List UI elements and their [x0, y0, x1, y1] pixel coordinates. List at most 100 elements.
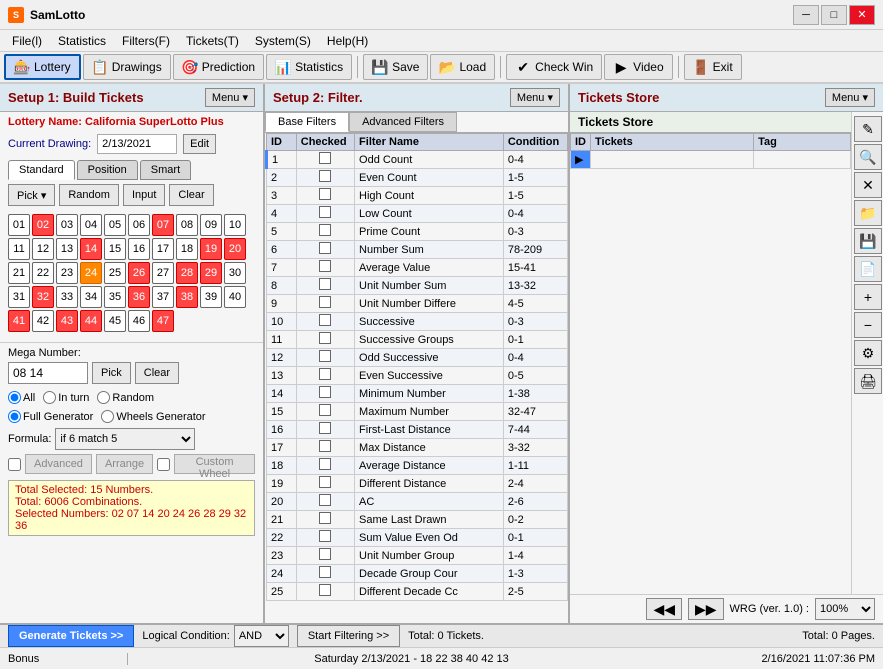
- filter-table-row[interactable]: 10 Successive 0-3: [267, 313, 568, 331]
- ball-32[interactable]: 32: [32, 286, 54, 308]
- filter-table-row[interactable]: 20 AC 2-6: [267, 493, 568, 511]
- filter-checkbox[interactable]: [319, 296, 331, 308]
- filter-checkbox[interactable]: [319, 440, 331, 452]
- filter-table-row[interactable]: 7 Average Value 15-41: [267, 259, 568, 277]
- filter-table-row[interactable]: 8 Unit Number Sum 13-32: [267, 277, 568, 295]
- filter-checkbox-cell[interactable]: [296, 529, 354, 547]
- custom-wheel-button[interactable]: Custom Wheel: [174, 454, 255, 474]
- filter-table-row[interactable]: 18 Average Distance 1-11: [267, 457, 568, 475]
- ball-33[interactable]: 33: [56, 286, 78, 308]
- filter-checkbox-cell[interactable]: [296, 403, 354, 421]
- ball-08[interactable]: 08: [176, 214, 198, 236]
- mega-pick-button[interactable]: Pick: [92, 362, 131, 384]
- input-button[interactable]: Input: [123, 184, 165, 206]
- filter-checkbox[interactable]: [319, 494, 331, 506]
- side-btn-add[interactable]: +: [854, 284, 882, 310]
- ball-28[interactable]: 28: [176, 262, 198, 284]
- toolbar-checkwin[interactable]: ✔ Check Win: [506, 54, 602, 80]
- clear-button[interactable]: Clear: [169, 184, 213, 206]
- filter-table-row[interactable]: 19 Different Distance 2-4: [267, 475, 568, 493]
- filter-checkbox-cell[interactable]: [296, 151, 354, 169]
- menu-tickets[interactable]: Tickets(T): [178, 32, 247, 50]
- toolbar-statistics[interactable]: 📊 Statistics: [266, 54, 352, 80]
- ball-19[interactable]: 19: [200, 238, 222, 260]
- toolbar-lottery[interactable]: 🎰 Lottery: [4, 54, 81, 80]
- ball-24[interactable]: 24: [80, 262, 102, 284]
- filter-table-wrapper[interactable]: ID Checked Filter Name Condition 1 Odd C…: [265, 133, 568, 623]
- filter-checkbox-cell[interactable]: [296, 169, 354, 187]
- filter-checkbox-cell[interactable]: [296, 187, 354, 205]
- side-btn-doc[interactable]: 📄: [854, 256, 882, 282]
- filter-table-row[interactable]: 3 High Count 1-5: [267, 187, 568, 205]
- filter-checkbox[interactable]: [319, 224, 331, 236]
- ball-05[interactable]: 05: [104, 214, 126, 236]
- ball-09[interactable]: 09: [200, 214, 222, 236]
- toolbar-exit[interactable]: 🚪 Exit: [684, 54, 742, 80]
- filter-checkbox-cell[interactable]: [296, 349, 354, 367]
- ball-42[interactable]: 42: [32, 310, 54, 332]
- filter-table-row[interactable]: 23 Unit Number Group 1-4: [267, 547, 568, 565]
- filter-checkbox[interactable]: [319, 332, 331, 344]
- mega-clear-button[interactable]: Clear: [135, 362, 179, 384]
- close-button[interactable]: ✕: [849, 5, 875, 25]
- current-drawing-input[interactable]: [97, 134, 177, 154]
- filter-checkbox-cell[interactable]: [296, 583, 354, 601]
- ball-43[interactable]: 43: [56, 310, 78, 332]
- filter-checkbox-cell[interactable]: [296, 547, 354, 565]
- filter-checkbox-cell[interactable]: [296, 277, 354, 295]
- filter-checkbox-cell[interactable]: [296, 259, 354, 277]
- filter-table-row[interactable]: 22 Sum Value Even Od 0-1: [267, 529, 568, 547]
- ball-20[interactable]: 20: [224, 238, 246, 260]
- filter-checkbox-cell[interactable]: [296, 367, 354, 385]
- filter-checkbox-cell[interactable]: [296, 205, 354, 223]
- ball-18[interactable]: 18: [176, 238, 198, 260]
- menu-filters[interactable]: Filters(F): [114, 32, 178, 50]
- side-btn-save[interactable]: 💾: [854, 228, 882, 254]
- filter-checkbox[interactable]: [319, 350, 331, 362]
- filter-table-row[interactable]: 9 Unit Number Differe 4-5: [267, 295, 568, 313]
- filter-checkbox[interactable]: [319, 170, 331, 182]
- filter-checkbox[interactable]: [319, 548, 331, 560]
- side-btn-delete[interactable]: ✕: [854, 172, 882, 198]
- advanced-checkbox[interactable]: [8, 458, 21, 471]
- tab-standard[interactable]: Standard: [8, 160, 75, 180]
- random-button[interactable]: Random: [59, 184, 119, 206]
- maximize-button[interactable]: □: [821, 5, 847, 25]
- filter-checkbox-cell[interactable]: [296, 493, 354, 511]
- ball-03[interactable]: 03: [56, 214, 78, 236]
- radio-full-generator[interactable]: Full Generator: [8, 410, 93, 423]
- ball-04[interactable]: 04: [80, 214, 102, 236]
- toolbar-load[interactable]: 📂 Load: [430, 54, 495, 80]
- filter-checkbox[interactable]: [319, 152, 331, 164]
- minimize-button[interactable]: ─: [793, 5, 819, 25]
- ball-21[interactable]: 21: [8, 262, 30, 284]
- filter-checkbox-cell[interactable]: [296, 295, 354, 313]
- tab-smart[interactable]: Smart: [140, 160, 191, 180]
- filter-table-row[interactable]: 14 Minimum Number 1-38: [267, 385, 568, 403]
- ball-17[interactable]: 17: [152, 238, 174, 260]
- custom-wheel-checkbox[interactable]: [157, 458, 170, 471]
- filter-checkbox-cell[interactable]: [296, 331, 354, 349]
- filter-table-row[interactable]: 4 Low Count 0-4: [267, 205, 568, 223]
- filter-checkbox[interactable]: [319, 584, 331, 596]
- filter-checkbox[interactable]: [319, 278, 331, 290]
- side-btn-settings[interactable]: ⚙: [854, 340, 882, 366]
- filter-table-row[interactable]: 12 Odd Successive 0-4: [267, 349, 568, 367]
- ball-14[interactable]: 14: [80, 238, 102, 260]
- ball-23[interactable]: 23: [56, 262, 78, 284]
- filter-checkbox[interactable]: [319, 512, 331, 524]
- toolbar-prediction[interactable]: 🎯 Prediction: [173, 54, 264, 80]
- ball-39[interactable]: 39: [200, 286, 222, 308]
- ball-40[interactable]: 40: [224, 286, 246, 308]
- ball-44[interactable]: 44: [80, 310, 102, 332]
- filter-table-row[interactable]: 6 Number Sum 78-209: [267, 241, 568, 259]
- ball-12[interactable]: 12: [32, 238, 54, 260]
- filter-table-row[interactable]: 25 Different Decade Cc 2-5: [267, 583, 568, 601]
- filter-checkbox[interactable]: [319, 476, 331, 488]
- tab-advanced-filters[interactable]: Advanced Filters: [349, 112, 457, 132]
- filter-checkbox-cell[interactable]: [296, 313, 354, 331]
- filter-checkbox-cell[interactable]: [296, 421, 354, 439]
- ball-11[interactable]: 11: [8, 238, 30, 260]
- filter-table-row[interactable]: 24 Decade Group Cour 1-3: [267, 565, 568, 583]
- filter-table-row[interactable]: 16 First-Last Distance 7-44: [267, 421, 568, 439]
